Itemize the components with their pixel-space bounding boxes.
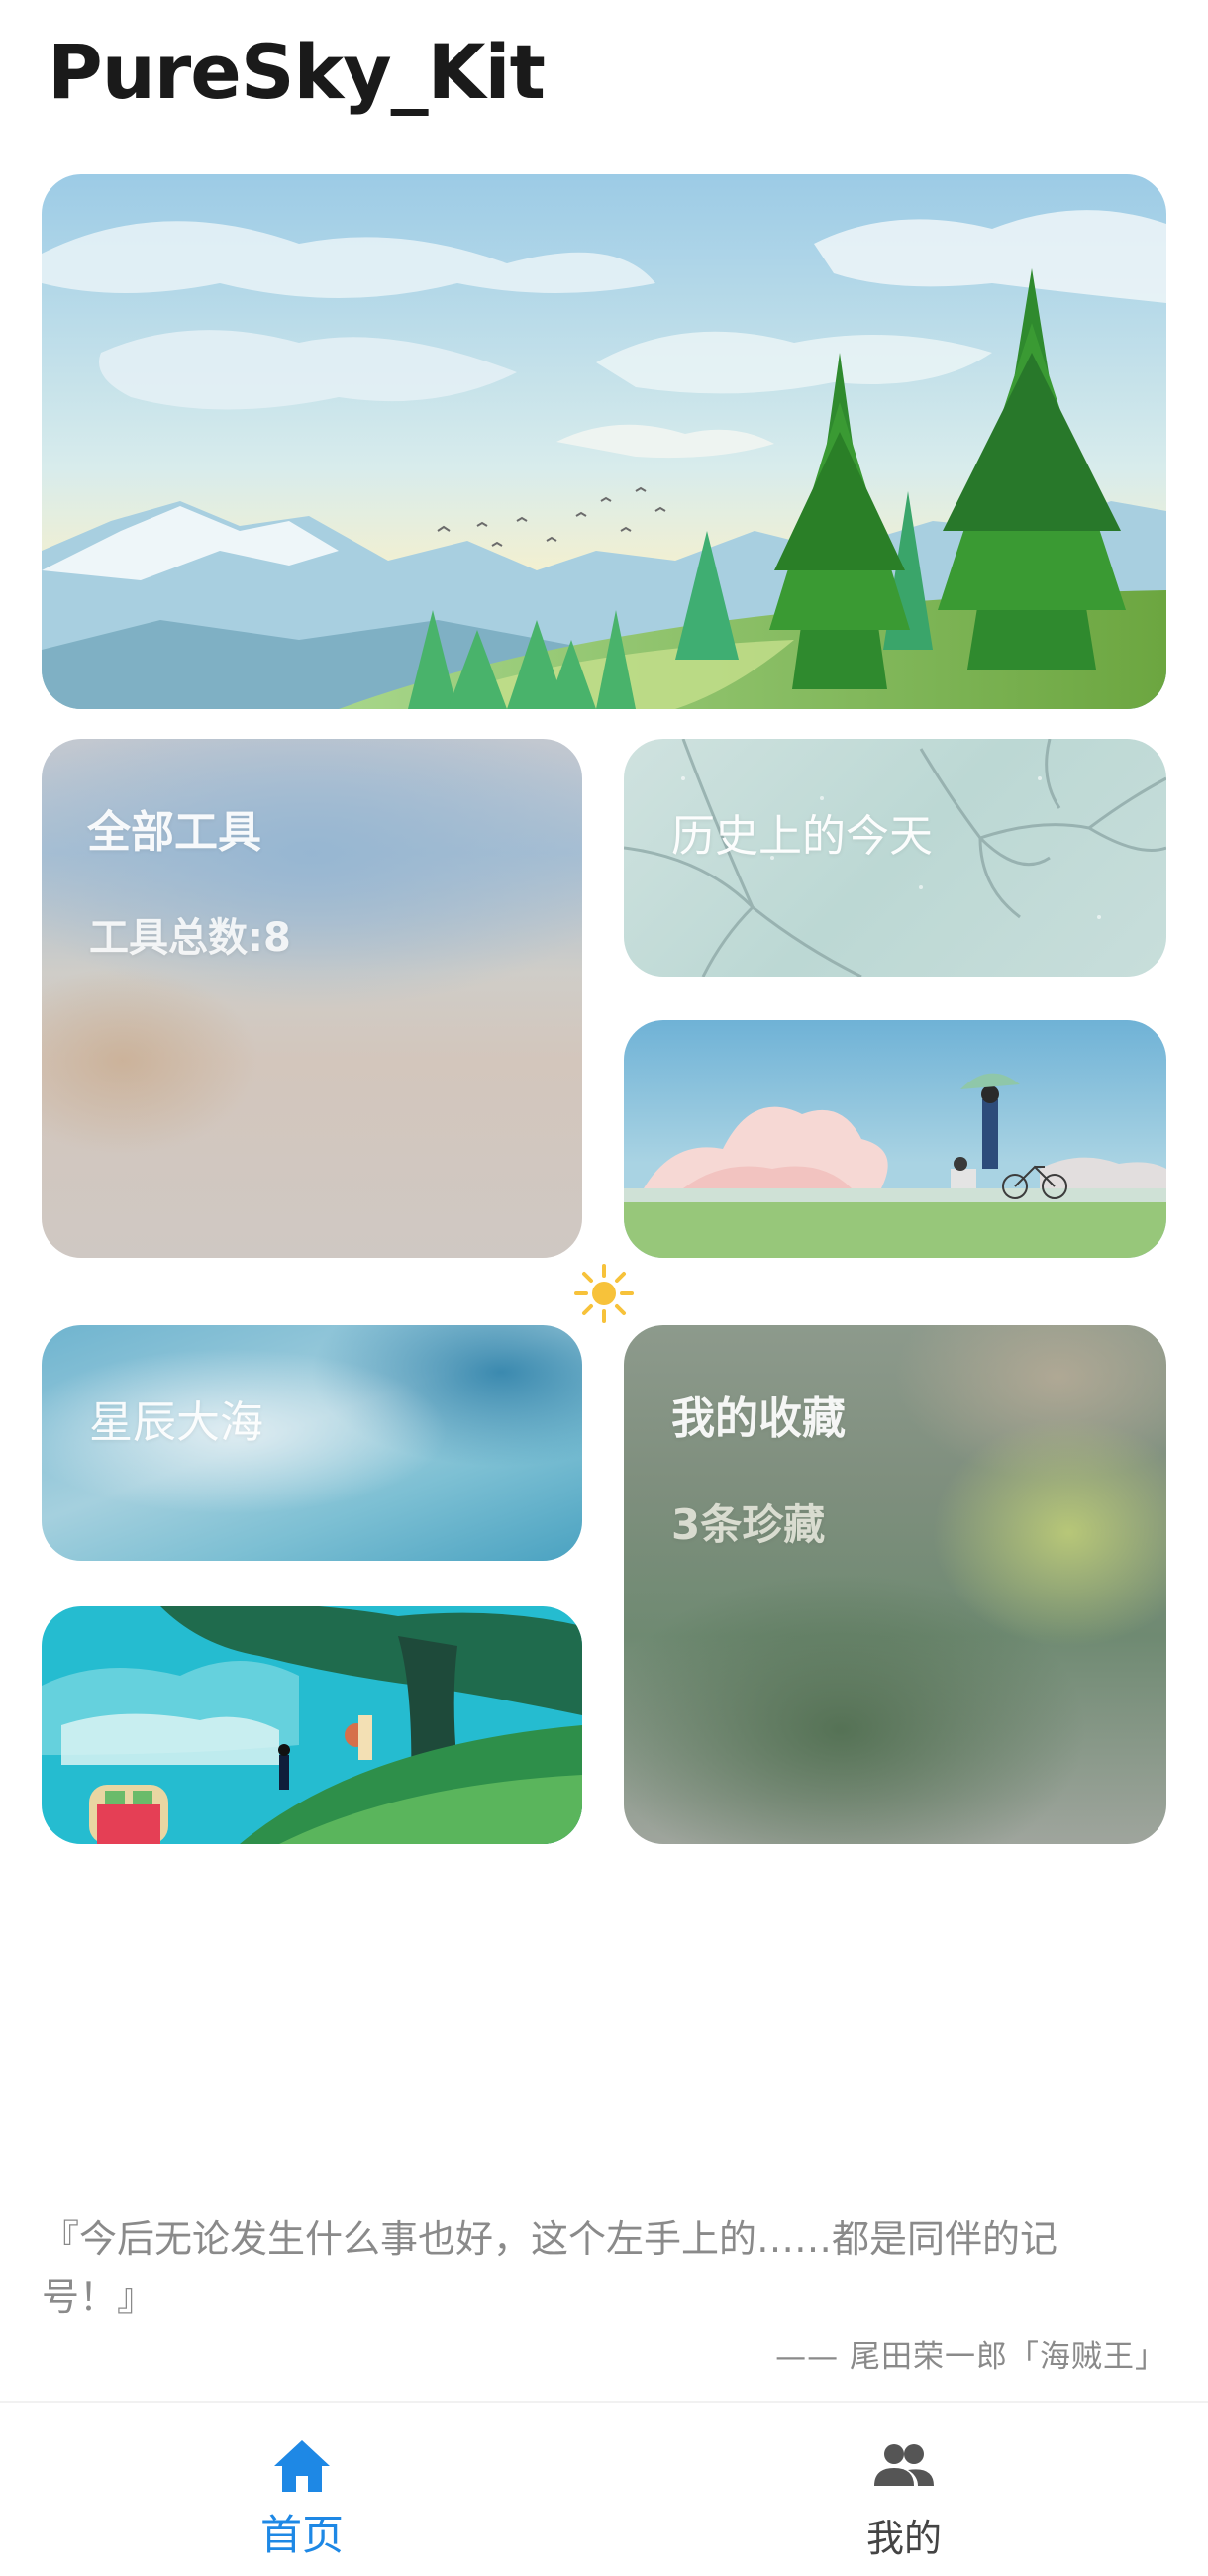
all-tools-card[interactable]: 全部工具 工具总数:8 [42, 739, 582, 1258]
landscape-illustration [42, 174, 1166, 709]
favorites-count: 3条珍藏 [671, 1500, 826, 1549]
favorites-title: 我的收藏 [671, 1393, 846, 1444]
quote-author: —— 尾田荣一郎「海贼王」 [775, 2339, 1166, 2375]
bottom-tab-bar: 首页 我的 [0, 2401, 1208, 2576]
quote-text: 『今后无论发生什么事也好，这个左手上的……都是同伴的记号！』 [42, 2217, 1058, 2318]
stars-sea-title: 星辰大海 [89, 1397, 263, 1448]
banner-image[interactable] [42, 174, 1166, 709]
history-today-title: 历史上的今天 [671, 811, 933, 862]
anime-scene-image[interactable] [624, 1020, 1166, 1258]
anime-meadow-illustration [624, 1020, 1166, 1258]
tool-count: 工具总数:8 [89, 915, 291, 961]
home-icon [270, 2434, 334, 2498]
favorites-card[interactable]: 我的收藏 3条珍藏 [624, 1325, 1166, 1844]
tab-mine-label: 我的 [865, 2517, 942, 2560]
anime-forest-illustration [42, 1606, 582, 1844]
history-today-card[interactable]: 历史上的今天 [624, 739, 1166, 977]
tab-home[interactable]: 首页 [153, 2403, 451, 2576]
stars-sea-card[interactable]: 星辰大海 [42, 1325, 582, 1561]
app-title: PureSky_Kit [48, 28, 546, 116]
tab-home-label: 首页 [259, 2511, 344, 2559]
anime-forest-image[interactable] [42, 1606, 582, 1844]
all-tools-title: 全部工具 [87, 807, 261, 858]
people-icon [872, 2434, 936, 2498]
tab-mine[interactable]: 我的 [755, 2403, 1053, 2576]
sun-icon [574, 1264, 634, 1323]
